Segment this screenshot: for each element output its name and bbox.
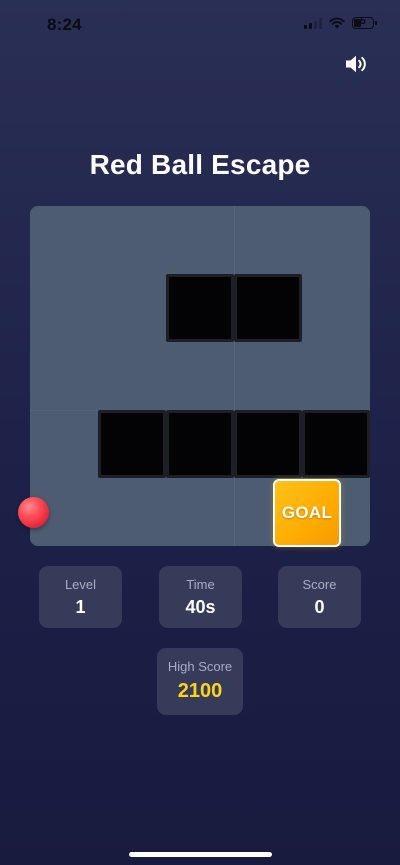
game-title: Red Ball Escape xyxy=(89,149,311,180)
score-card: Score 0 xyxy=(278,566,361,628)
battery-icon: 5 xyxy=(352,16,377,29)
game-board[interactable]: GOAL xyxy=(30,206,370,547)
time-value: 40s xyxy=(185,597,216,617)
wall-block xyxy=(98,410,166,478)
wall-block xyxy=(302,410,370,478)
sound-toggle-button[interactable] xyxy=(344,52,370,76)
goal-tile: GOAL xyxy=(273,479,341,547)
red-ball-player[interactable] xyxy=(18,497,49,528)
level-label: Level xyxy=(64,577,97,592)
wall-block xyxy=(234,410,302,478)
level-value: 1 xyxy=(75,597,86,617)
wall-block xyxy=(166,410,234,478)
level-card: Level 1 xyxy=(39,566,122,628)
status-time: 8:24 xyxy=(47,15,82,34)
high-score-label: High Score xyxy=(167,659,233,674)
goal-label: GOAL xyxy=(281,503,333,522)
speaker-wave-icon xyxy=(346,55,366,73)
time-card: Time 40s xyxy=(159,566,242,628)
battery-level: 5 xyxy=(360,16,366,27)
score-label: Score xyxy=(302,577,337,592)
time-label: Time xyxy=(186,577,215,592)
grid-line xyxy=(234,206,235,546)
high-score-card: High Score 2100 xyxy=(157,648,243,715)
wall-block xyxy=(166,274,234,342)
wifi-icon xyxy=(329,17,345,29)
cellular-signal-icon xyxy=(304,17,322,29)
wall-block xyxy=(234,274,302,342)
score-value: 0 xyxy=(314,597,325,617)
status-bar: 8:24 5 xyxy=(0,0,400,54)
home-indicator[interactable] xyxy=(129,852,272,857)
status-icons: 5 xyxy=(304,16,377,29)
high-score-value: 2100 xyxy=(177,680,223,702)
